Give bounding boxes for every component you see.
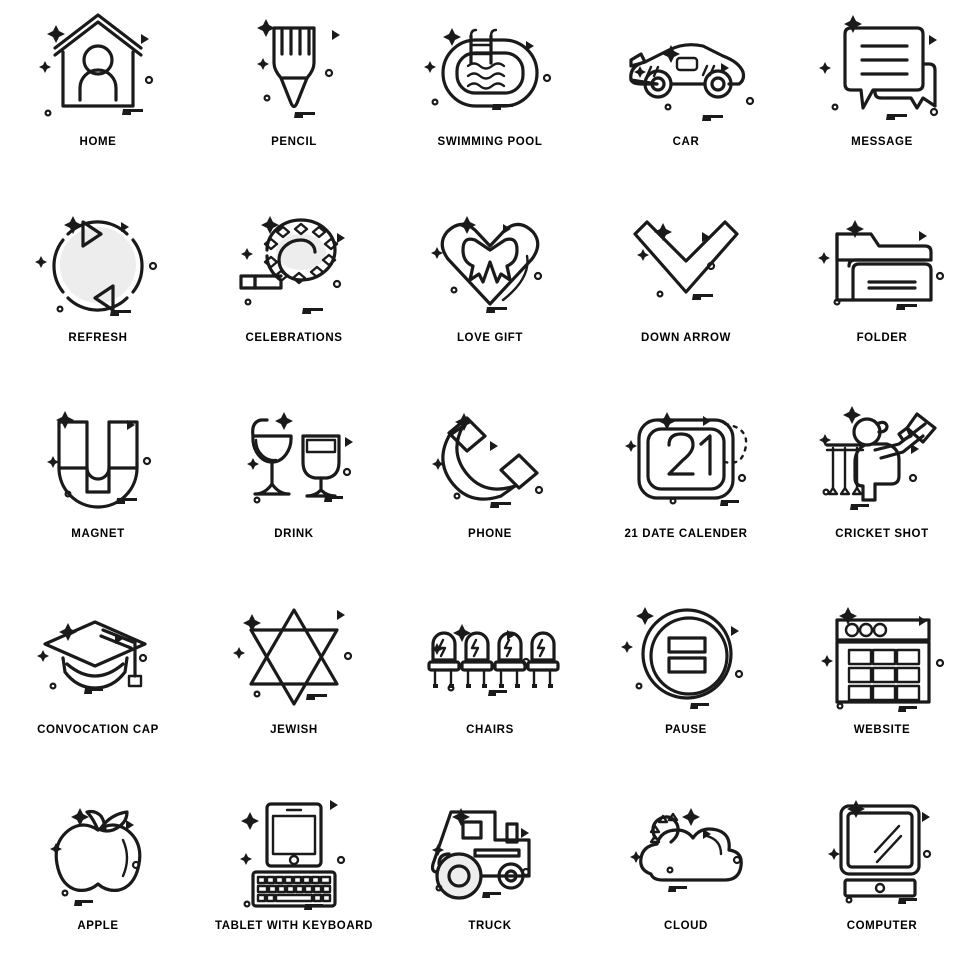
icon-cell-chairs[interactable]: CHAIRS (392, 588, 588, 784)
icon-cell-folder[interactable]: FOLDER (784, 196, 980, 392)
convocation-cap-icon (23, 596, 173, 718)
refresh-icon (23, 204, 173, 326)
icon-label: PENCIL (271, 136, 317, 148)
love-gift-icon (415, 204, 565, 326)
chairs-icon (415, 596, 565, 718)
icon-cell-website[interactable]: WEBSITE (784, 588, 980, 784)
icon-label: WEBSITE (853, 724, 911, 736)
icon-label: HOME (79, 136, 117, 148)
icon-cell-refresh[interactable]: REFRESH (0, 196, 196, 392)
cricket-shot-icon (807, 400, 957, 522)
icon-cell-love-gift[interactable]: LOVE GIFT (392, 196, 588, 392)
car-icon (611, 8, 761, 130)
icon-label: LOVE GIFT (456, 332, 524, 344)
drink-icon (219, 400, 369, 522)
icon-cell-tablet-with-keyboard[interactable]: TABLET WITH KEYBOARD (196, 784, 392, 980)
icon-cell-celebrations[interactable]: CELEBRATIONS (196, 196, 392, 392)
icon-label: PAUSE (665, 724, 707, 736)
folder-icon (807, 204, 957, 326)
icon-cell-down-arrow[interactable]: DOWN ARROW (588, 196, 784, 392)
icon-label: CRICKET SHOT (835, 528, 929, 540)
pencil-icon (219, 8, 369, 130)
icon-cell-truck[interactable]: TRUCK (392, 784, 588, 980)
calendar-21-icon (611, 400, 761, 522)
celebrations-icon (219, 204, 369, 326)
icon-cell-jewish[interactable]: JEWISH (196, 588, 392, 784)
icon-cell-computer[interactable]: COMPUTER (784, 784, 980, 980)
icon-label: CLOUD (664, 920, 708, 932)
icon-cell-drink[interactable]: DRINK (196, 392, 392, 588)
icon-label: CELEBRATIONS (245, 332, 343, 344)
icon-cell-convocation-cap[interactable]: CONVOCATION CAP (0, 588, 196, 784)
icon-cell-car[interactable]: CAR (588, 0, 784, 196)
icon-cell-message[interactable]: MESSAGE (784, 0, 980, 196)
icon-label: DRINK (274, 528, 314, 540)
icon-cell-phone[interactable]: PHONE (392, 392, 588, 588)
icon-label: PHONE (468, 528, 512, 540)
icon-cell-cloud[interactable]: CLOUD (588, 784, 784, 980)
icon-cell-swimming-pool[interactable]: SWIMMING POOL (392, 0, 588, 196)
icon-label: 21 DATE CALENDER (624, 528, 748, 540)
icon-label: TABLET WITH KEYBOARD (214, 920, 374, 932)
icon-label: MAGNET (71, 528, 125, 540)
icon-cell-pencil[interactable]: PENCIL (196, 0, 392, 196)
icon-label: COMPUTER (846, 920, 918, 932)
icon-cell-home[interactable]: HOME (0, 0, 196, 196)
cloud-icon (611, 792, 761, 914)
icon-label: DOWN ARROW (641, 332, 731, 344)
down-arrow-icon (611, 204, 761, 326)
icon-label: FOLDER (856, 332, 908, 344)
icon-grid: HOME PENCIL SWIMMING POOL CAR MESSAGE RE… (0, 0, 980, 980)
apple-icon (23, 792, 173, 914)
icon-label: SWIMMING POOL (437, 136, 543, 148)
icon-label: REFRESH (68, 332, 128, 344)
icon-label: APPLE (77, 920, 119, 932)
swimming-pool-icon (415, 8, 565, 130)
computer-icon (807, 792, 957, 914)
icon-label: CHAIRS (466, 724, 514, 736)
pause-icon (611, 596, 761, 718)
icon-label: CAR (672, 136, 700, 148)
icon-label: MESSAGE (851, 136, 913, 148)
icon-label: CONVOCATION CAP (37, 724, 159, 736)
icon-label: JEWISH (270, 724, 318, 736)
icon-cell-cricket-shot[interactable]: CRICKET SHOT (784, 392, 980, 588)
phone-icon (415, 400, 565, 522)
truck-icon (415, 792, 565, 914)
icon-cell-pause[interactable]: PAUSE (588, 588, 784, 784)
jewish-star-icon (219, 596, 369, 718)
icon-cell-calendar-21[interactable]: 21 DATE CALENDER (588, 392, 784, 588)
icon-cell-apple[interactable]: APPLE (0, 784, 196, 980)
tablet-with-keyboard-icon (219, 792, 369, 914)
icon-label: TRUCK (468, 920, 512, 932)
website-icon (807, 596, 957, 718)
message-icon (807, 8, 957, 130)
home-icon (23, 8, 173, 130)
icon-cell-magnet[interactable]: MAGNET (0, 392, 196, 588)
magnet-icon (23, 400, 173, 522)
